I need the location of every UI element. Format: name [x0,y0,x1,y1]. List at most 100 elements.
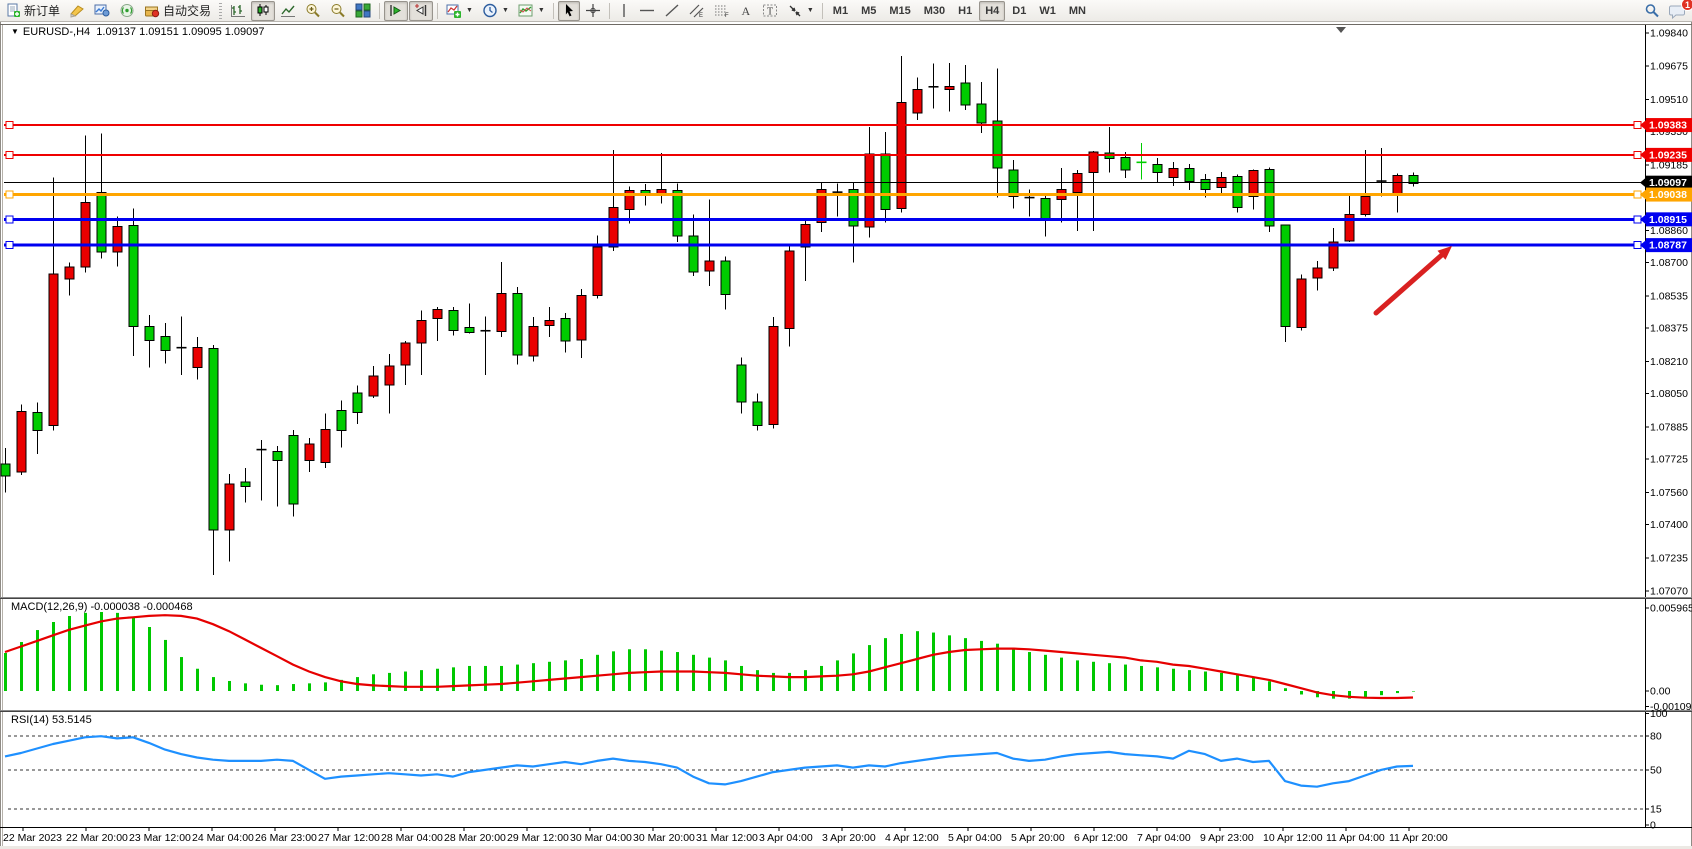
signal-button[interactable] [115,1,139,21]
tab-timeframe-m30[interactable]: M30 [918,1,951,21]
new-chart-button[interactable]: ▼ [442,1,477,21]
line-handle[interactable] [6,242,13,249]
main-toolbar: 新订单 [0,0,1692,22]
bear-candle-body [705,261,714,271]
auto-trading-button[interactable]: 自动交易 [140,1,215,21]
svg-text:T: T [767,7,773,18]
price-tick-label: 1.07070 [1650,586,1688,598]
text-label-button[interactable]: T [758,1,782,21]
bear-candle-body [113,226,122,252]
market-watch-button[interactable] [90,1,114,21]
line-handle[interactable] [1634,216,1641,223]
chart-background [0,22,1692,849]
tab-timeframe-h4[interactable]: H4 [979,1,1005,21]
vertical-line-button[interactable] [614,1,634,21]
notifications-button[interactable]: 1 [1665,1,1690,21]
macd-scale-label: 0.00 [1650,686,1671,698]
chevron-down-icon[interactable]: ▼ [502,7,509,14]
line-handle[interactable] [6,151,13,158]
time-tick-label: 23 Mar 12:00 [129,832,191,844]
chevron-down-icon[interactable]: ▼ [538,7,545,14]
signal-icon [119,3,135,18]
chart-shift-button[interactable] [409,1,433,21]
chart-ohlc-values: 1.09137 1.09151 1.09095 1.09097 [96,26,264,38]
tab-timeframe-m5[interactable]: M5 [855,1,882,21]
line-handle[interactable] [1634,191,1641,198]
price-tick-label: 1.08210 [1650,356,1688,368]
arrows-shapes-button[interactable]: ▼ [783,1,818,21]
time-tick-label: 22 Mar 2023 [3,832,62,844]
equidistant-channel-button[interactable]: E [685,1,709,21]
bar-chart-button[interactable] [226,1,250,21]
text-icon: A [739,3,753,18]
chevron-down-icon[interactable]: ▼ [807,7,814,14]
rsi-scale-label: 100 [1650,708,1668,720]
line-handle[interactable] [6,122,13,129]
chevron-down-icon[interactable]: ▼ [466,7,473,14]
toolbar-grip [219,3,222,19]
equidistant-channel-icon: E [689,3,705,18]
line-chart-button[interactable] [276,1,300,21]
fibonacci-button[interactable]: F [710,1,734,21]
rsi-scale-label: 0 [1650,820,1656,832]
tile-windows-button[interactable] [351,1,375,21]
bull-candle-body [289,435,298,503]
rsi-scale-label: 50 [1650,764,1662,776]
toolbar-separator [553,3,554,19]
price-tick-label: 1.07725 [1650,454,1688,466]
auto-scroll-icon [388,3,404,18]
bear-candle-body [593,247,602,296]
indicators-button[interactable]: ▼ [514,1,549,21]
time-tick-label: 3 Apr 20:00 [822,832,876,844]
tab-timeframe-mn[interactable]: MN [1063,1,1092,21]
line-handle[interactable] [1634,122,1641,129]
tab-timeframe-w1[interactable]: W1 [1033,1,1062,21]
candlestick-chart-button[interactable] [251,1,275,21]
chart-canvas[interactable]: 1.098401.096751.095101.093501.091851.090… [0,22,1692,849]
time-tick-label: 31 Mar 12:00 [696,832,758,844]
bull-candle-body [465,327,474,332]
bear-candle-body [1361,197,1370,215]
crosshair-button[interactable] [581,1,605,21]
time-tick-label: 9 Apr 23:00 [1200,832,1254,844]
line-handle[interactable] [6,191,13,198]
tab-timeframe-m1[interactable]: M1 [827,1,854,21]
timeframe-label: H1 [958,5,972,17]
auto-scroll-button[interactable] [384,1,408,21]
line-handle[interactable] [1634,242,1641,249]
auto-trading-icon [144,3,160,18]
zoom-out-button[interactable] [326,1,350,21]
macd-name: MACD(12,26,9) [11,601,87,613]
trendline-button[interactable] [660,1,684,21]
new-order-button[interactable]: 新订单 [2,1,64,21]
highlighter-button[interactable] [65,1,89,21]
bull-candle-body [145,327,154,341]
time-tick-label: 28 Mar 20:00 [444,832,506,844]
bear-candle-body [1313,268,1322,278]
highlighter-icon [69,3,85,18]
chart-shift-icon [413,3,429,18]
cursor-button[interactable] [558,1,580,21]
bull-candle-body [353,393,362,413]
bear-candle-body [529,326,538,356]
time-tick-label: 27 Mar 12:00 [318,832,380,844]
tab-timeframe-d1[interactable]: D1 [1006,1,1032,21]
tab-timeframe-m15[interactable]: M15 [883,1,916,21]
horizontal-line-icon [639,3,655,18]
new-order-icon [6,3,21,18]
bull-candle-body [97,193,106,252]
tab-timeframe-h1[interactable]: H1 [952,1,978,21]
search-button[interactable] [1640,1,1664,21]
price-tag-label: 1.08915 [1649,214,1687,226]
zoom-in-button[interactable] [301,1,325,21]
bear-candle-body [769,326,778,424]
line-handle[interactable] [1634,151,1641,158]
title-dropdown-icon[interactable]: ▼ [11,27,19,36]
period-button[interactable]: ▼ [478,1,513,21]
horizontal-line-button[interactable] [635,1,659,21]
bear-candle-body [1393,176,1402,196]
text-button[interactable]: A [735,1,757,21]
bull-candle-body [977,104,986,123]
line-handle[interactable] [6,216,13,223]
zoom-out-icon [330,3,346,18]
